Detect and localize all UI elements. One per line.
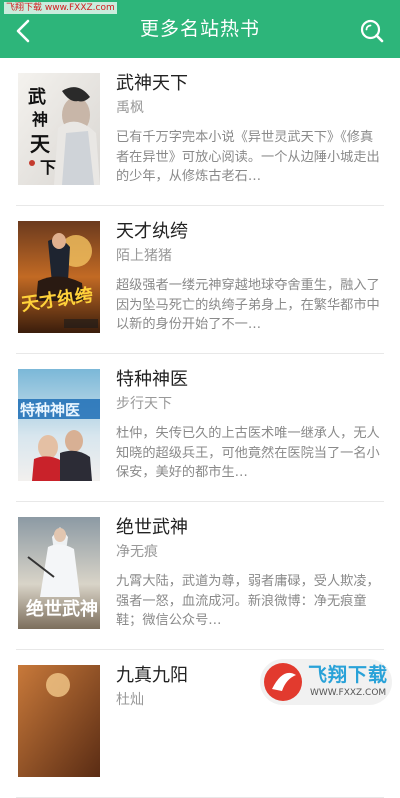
- watermark-url: WWW.FXXZ.COM: [310, 688, 387, 698]
- watermark-logo-icon: [264, 663, 302, 701]
- page-title: 更多名站热书: [139, 18, 260, 40]
- book-cover: 武 神 天 下: [18, 73, 100, 185]
- book-cover: [18, 665, 100, 777]
- svg-text:下: 下: [40, 158, 56, 177]
- book-cover: 天才纨绔: [18, 221, 100, 333]
- svg-text:武: 武: [28, 87, 46, 108]
- book-item[interactable]: 天才纨绔 天才纨绔 陌上猪猪 超级强者一缕元神穿越地球夺舍重生，融入了因为坠马死…: [16, 206, 384, 354]
- book-item[interactable]: 特种神医 特种神医 步行天下 杜仲，失传已久的上古医术唯一继承人，无人知晓的超级…: [16, 354, 384, 502]
- book-title: 特种神医: [116, 369, 188, 390]
- book-cover: 特种神医: [18, 369, 100, 481]
- svg-text:特种神医: 特种神医: [20, 401, 80, 419]
- book-title: 天才纨绔: [116, 221, 188, 242]
- book-author: 步行天下: [116, 396, 172, 412]
- watermark-text: 飞翔下载: [308, 664, 389, 686]
- book-item[interactable]: 绝世武神 绝世武神 净无痕 九霄大陆，武道为尊，弱者庸碌，受人欺凌，强者一怒，血…: [16, 502, 384, 650]
- search-icon: [360, 19, 384, 43]
- book-author: 杜灿: [116, 692, 144, 708]
- book-title: 武神天下: [116, 73, 188, 94]
- svg-text:天: 天: [30, 132, 51, 156]
- search-button[interactable]: [358, 17, 386, 45]
- book-description: 九霄大陆，武道为尊，弱者庸碌，受人欺凌，强者一怒，血流成河。新浪微博：净无痕童鞋…: [116, 574, 380, 628]
- book-description: 已有千万字完本小说《异世灵武天下》《修真者在异世》可放心阅读。一个从边陲小城走出…: [116, 130, 380, 184]
- svg-text:绝世武神: 绝世武神: [26, 598, 98, 620]
- status-watermark: 飞翔下载 www.FXXZ.com: [4, 2, 117, 14]
- book-author: 禹枫: [116, 100, 144, 116]
- book-author: 陌上猪猪: [116, 248, 172, 264]
- book-description: 超级强者一缕元神穿越地球夺舍重生，融入了因为坠马死亡的纨绔子弟身上，在繁华都市中…: [116, 278, 380, 332]
- book-cover: 绝世武神: [18, 517, 100, 629]
- book-description: 杜仲，失传已久的上古医术唯一继承人，无人知晓的超级兵王，可他竟然在医院当了一名小…: [116, 426, 380, 480]
- book-item[interactable]: 武 神 天 下 武神天下 禹枫 已有千万字完本小说《异世灵武天下》《修真者在异世…: [16, 58, 384, 206]
- book-author: 净无痕: [116, 544, 158, 560]
- svg-text:神: 神: [32, 110, 48, 129]
- app-header: 飞翔下载 www.FXXZ.com 更多名站热书: [0, 0, 400, 58]
- book-title: 绝世武神: [116, 517, 188, 538]
- book-title: 九真九阳: [116, 665, 188, 686]
- site-watermark: 飞翔下载 WWW.FXXZ.COM: [260, 659, 392, 705]
